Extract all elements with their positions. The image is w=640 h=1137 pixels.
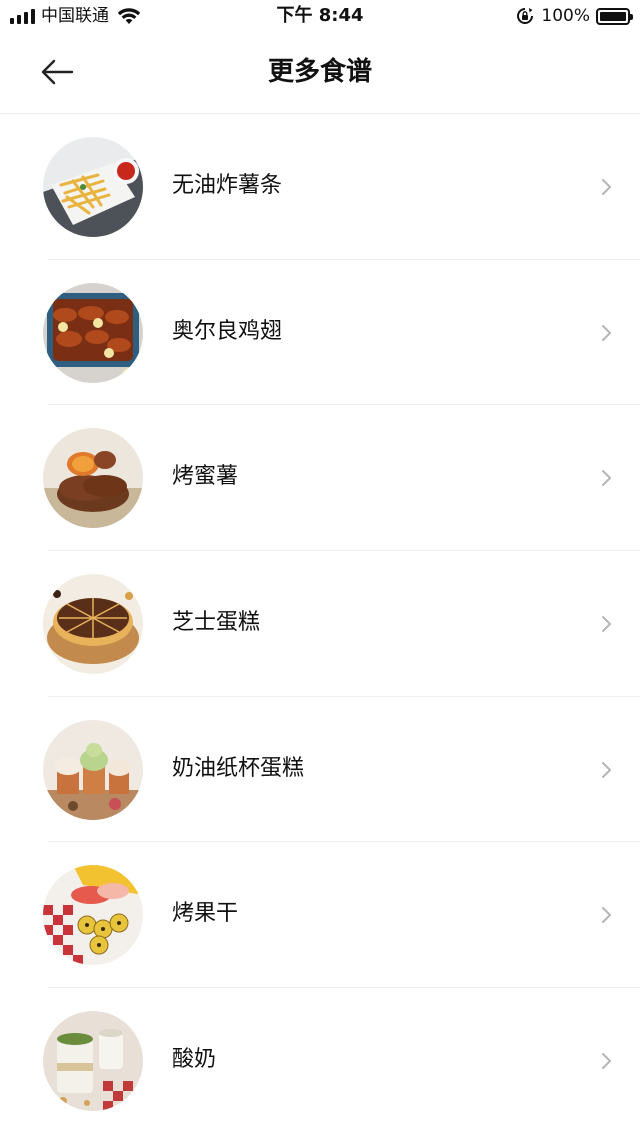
status-right: 100%: [516, 6, 633, 26]
recipe-thumbnail: [43, 282, 143, 383]
recipe-item[interactable]: 芝士蛋糕: [0, 551, 640, 697]
chevron-right-icon: [602, 179, 611, 195]
recipe-item[interactable]: 酸奶: [0, 988, 640, 1134]
recipe-thumbnail: [43, 719, 143, 820]
recipe-item[interactable]: 无油炸薯条: [0, 114, 640, 260]
recipe-name: 芝士蛋糕: [172, 610, 261, 636]
recipe-name: 奶油纸杯蛋糕: [172, 755, 305, 781]
recipe-thumbnail: [43, 428, 143, 529]
battery-icon: [596, 7, 633, 25]
recipe-name: 烤蜜薯: [172, 464, 239, 490]
recipe-name: 烤果干: [172, 901, 239, 927]
recipe-list: 无油炸薯条 奥尔良鸡翅 烤蜜薯 芝士蛋糕 奶油纸杯蛋糕 烤果干 酸奶: [0, 114, 640, 1134]
recipe-thumbnail: [43, 574, 143, 675]
chevron-right-icon: [602, 616, 611, 633]
chevron-right-icon: [602, 907, 611, 924]
chevron-right-icon: [602, 1053, 611, 1070]
chevron-right-icon: [602, 324, 611, 341]
recipe-name: 酸奶: [172, 1047, 217, 1073]
rotation-lock-icon: [517, 8, 534, 24]
recipe-item[interactable]: 奥尔良鸡翅: [0, 260, 640, 406]
recipe-thumbnail: [43, 1011, 143, 1112]
battery-percent: 100%: [541, 6, 590, 26]
recipe-item[interactable]: 烤果干: [0, 842, 640, 989]
chevron-right-icon: [602, 470, 611, 487]
recipe-thumbnail: [43, 137, 143, 237]
status-bar: 中国联通 下午 8:44 100%: [0, 0, 640, 32]
recipe-item[interactable]: 奶油纸杯蛋糕: [0, 697, 640, 843]
recipe-name: 奥尔良鸡翅: [172, 318, 283, 344]
recipe-thumbnail: [43, 865, 143, 966]
recipe-name: 无油炸薯条: [172, 173, 283, 198]
page-title: 更多食谱: [267, 57, 372, 87]
chevron-right-icon: [602, 761, 611, 778]
nav-bar: 更多食谱: [0, 32, 640, 114]
recipe-item[interactable]: 烤蜜薯: [0, 405, 640, 552]
